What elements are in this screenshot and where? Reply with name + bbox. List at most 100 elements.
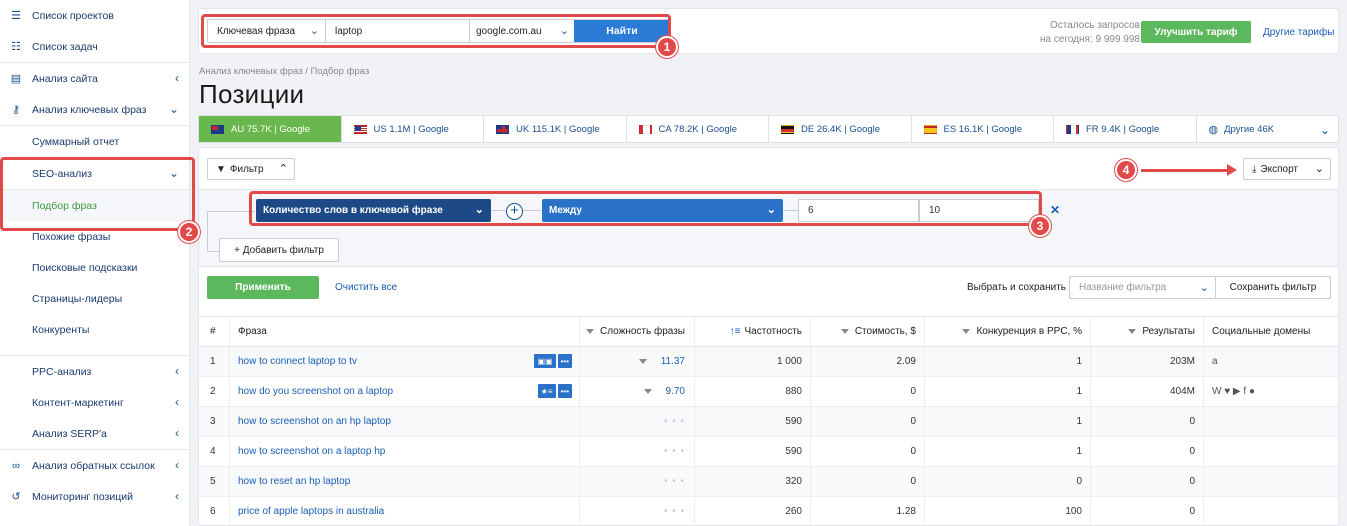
phrase-link[interactable]: how do you screenshot on a laptop bbox=[238, 386, 393, 397]
difficulty-value[interactable]: 11.37 bbox=[661, 356, 685, 367]
row-results: 0 bbox=[1091, 437, 1204, 466]
domain-select[interactable]: google.com.au ⌄ bbox=[470, 20, 574, 42]
sidebar-item-leader-pages[interactable]: Страницы-лидеры bbox=[0, 283, 189, 314]
header-label: Результаты bbox=[1142, 326, 1195, 337]
expand-icon[interactable] bbox=[643, 389, 652, 394]
history-icon: ↺ bbox=[11, 491, 21, 503]
difficulty-value[interactable]: 9.70 bbox=[666, 386, 685, 397]
tab-other[interactable]: ◍ Другие 46K ⌄ bbox=[1197, 116, 1339, 142]
filter-operator-label: Между bbox=[549, 205, 582, 216]
results-table: # Фраза Сложность фразы ↑≡ Частотность Ст… bbox=[199, 316, 1338, 526]
tab-de[interactable]: DE 26.4K | Google bbox=[769, 116, 912, 142]
flag-es-icon bbox=[923, 124, 937, 134]
header-num: # bbox=[199, 317, 230, 346]
row-competition: 0 bbox=[925, 467, 1091, 496]
export-button[interactable]: ⤓ Экспорт ⌄ bbox=[1243, 158, 1331, 180]
add-condition-icon[interactable]: + bbox=[506, 203, 523, 220]
tab-uk[interactable]: UK 115.1K | Google bbox=[484, 116, 627, 142]
other-plans-link[interactable]: Другие тарифы bbox=[1263, 27, 1334, 38]
sidebar-item-label: Мониторинг позиций bbox=[32, 490, 133, 503]
sidebar-item-position-monitoring[interactable]: ↺ Мониторинг позиций ‹ bbox=[0, 481, 189, 512]
filter-field-select[interactable]: Количество слов в ключевой фразе ⌄ bbox=[256, 199, 491, 222]
filter-name-select[interactable]: Название фильтра ⌄ bbox=[1069, 276, 1216, 299]
add-filter-button[interactable]: + Добавить фильтр bbox=[219, 238, 339, 262]
sidebar-item-site-analysis[interactable]: ▤ Анализ сайта ‹ bbox=[0, 63, 189, 94]
row-cost: 0 bbox=[811, 377, 925, 406]
apply-button[interactable]: Применить bbox=[207, 276, 319, 299]
header-phrase[interactable]: Фраза bbox=[230, 317, 580, 346]
filter-field-label: Количество слов в ключевой фразе bbox=[263, 205, 443, 216]
filter-value-to[interactable]: 10 bbox=[919, 199, 1039, 222]
row-difficulty: • • • bbox=[580, 407, 695, 436]
annotation-badge-1: 1 bbox=[656, 36, 678, 58]
row-num: 5 bbox=[199, 467, 230, 496]
header-cost[interactable]: Стоимость, $ bbox=[811, 317, 925, 346]
sidebar-item-ppc-analysis[interactable]: PPC-анализ ‹ bbox=[0, 356, 189, 387]
sidebar-item-search-suggestions[interactable]: Поисковые подсказки bbox=[0, 252, 189, 283]
filter-toggle-label: Фильтр bbox=[229, 163, 264, 175]
phrase-link[interactable]: price of apple laptops in australia bbox=[238, 506, 384, 517]
search-input[interactable] bbox=[326, 20, 470, 42]
filter-value-from[interactable]: 6 bbox=[798, 199, 919, 222]
tab-es[interactable]: ES 16.1K | Google bbox=[912, 116, 1054, 142]
clear-all-link[interactable]: Очистить все bbox=[335, 282, 397, 293]
row-competition: 1 bbox=[925, 407, 1091, 436]
table-row: 1 how to connect laptop to tv ▣▣ ••• 11.… bbox=[199, 347, 1338, 377]
sidebar-item-backlinks[interactable]: ∞ Анализ обратных ссылок ‹ bbox=[0, 450, 189, 481]
sidebar-item-label: PPC-анализ bbox=[32, 365, 92, 378]
connector-line bbox=[491, 210, 506, 211]
filter-operator-select[interactable]: Между ⌄ bbox=[542, 199, 783, 222]
sidebar-item-keyword-analysis[interactable]: ⚷ Анализ ключевых фраз ⌄ bbox=[0, 94, 189, 125]
filter-toggle-button[interactable]: ▼ Фильтр ⌃ bbox=[207, 158, 295, 180]
sidebar-item-similar-phrases[interactable]: Похожие фразы bbox=[0, 221, 189, 252]
choose-save-label: Выбрать и сохранить bbox=[967, 282, 1067, 293]
row-frequency: 590 bbox=[695, 437, 811, 466]
sidebar-item-label: Список проектов bbox=[32, 9, 114, 22]
globe-icon: ◍ bbox=[1208, 123, 1219, 136]
phrase-link[interactable]: how to screenshot on an hp laptop bbox=[238, 416, 391, 427]
remove-filter-icon[interactable]: ✕ bbox=[1050, 203, 1060, 217]
find-button[interactable]: Найти bbox=[574, 20, 670, 42]
sidebar-item-phrase-selection[interactable]: Подбор фраз bbox=[0, 190, 189, 221]
flag-us-icon bbox=[353, 124, 367, 134]
sidebar-item-projects[interactable]: ☰ Список проектов bbox=[0, 0, 189, 31]
phrase-link[interactable]: how to screenshot on a laptop hp bbox=[238, 446, 385, 457]
more-icon[interactable]: ••• bbox=[557, 354, 572, 368]
tab-ca[interactable]: CA 78.2K | Google bbox=[627, 116, 769, 142]
search-type-select[interactable]: Ключевая фраза ⌄ bbox=[208, 20, 326, 42]
sidebar-item-seo-analysis[interactable]: SEO-анализ ⌄ bbox=[0, 158, 189, 189]
phrase-link[interactable]: how to connect laptop to tv bbox=[238, 356, 357, 367]
header-label: Конкуренция в PPC, % bbox=[976, 326, 1082, 337]
sidebar-item-content-marketing[interactable]: Контент-маркетинг ‹ bbox=[0, 387, 189, 418]
save-filter-button[interactable]: Сохранить фильтр bbox=[1215, 276, 1331, 299]
chevron-left-icon: ‹ bbox=[175, 71, 179, 85]
tab-au[interactable]: AU 75.7K | Google bbox=[199, 116, 342, 142]
sidebar-item-tasks[interactable]: ☷ Список задач bbox=[0, 31, 189, 62]
amazon-icon[interactable]: a bbox=[1212, 356, 1218, 367]
header-frequency[interactable]: ↑≡ Частотность bbox=[695, 317, 811, 346]
tab-label: ES 16.1K | Google bbox=[943, 123, 1023, 135]
expand-icon[interactable] bbox=[638, 359, 647, 364]
rating-feature-icon[interactable]: ★≡ bbox=[537, 384, 556, 398]
sidebar-item-competitors[interactable]: Конкуренты bbox=[0, 314, 189, 345]
tab-fr[interactable]: FR 9.4K | Google bbox=[1054, 116, 1197, 142]
tab-label: DE 26.4K | Google bbox=[801, 123, 881, 135]
sidebar-item-serp-analysis[interactable]: Анализ SERP'а ‹ bbox=[0, 418, 189, 449]
sidebar-item-summary[interactable]: Суммарный отчет bbox=[0, 126, 189, 157]
table-row: 6 price of apple laptops in australia • … bbox=[199, 497, 1338, 526]
image-feature-icon[interactable]: ▣▣ bbox=[534, 354, 556, 368]
row-num: 3 bbox=[199, 407, 230, 436]
phrase-link[interactable]: how to reset an hp laptop bbox=[238, 476, 350, 487]
tab-us[interactable]: US 1.1M | Google bbox=[342, 116, 484, 142]
header-competition[interactable]: Конкуренция в PPC, % bbox=[925, 317, 1091, 346]
header-difficulty[interactable]: Сложность фразы bbox=[580, 317, 695, 346]
upgrade-button[interactable]: Улучшить тариф bbox=[1141, 21, 1251, 43]
social-icons[interactable]: W ♥ ▶ f ● bbox=[1212, 386, 1255, 397]
sidebar-item-label: Анализ обратных ссылок bbox=[32, 459, 155, 472]
header-results[interactable]: Результаты bbox=[1091, 317, 1204, 346]
row-cost: 2.09 bbox=[811, 347, 925, 376]
more-icon[interactable]: ••• bbox=[557, 384, 572, 398]
header-label: Сложность фразы bbox=[600, 326, 685, 337]
filter-name-placeholder: Название фильтра bbox=[1079, 282, 1167, 293]
key-icon: ⚷ bbox=[11, 104, 21, 116]
